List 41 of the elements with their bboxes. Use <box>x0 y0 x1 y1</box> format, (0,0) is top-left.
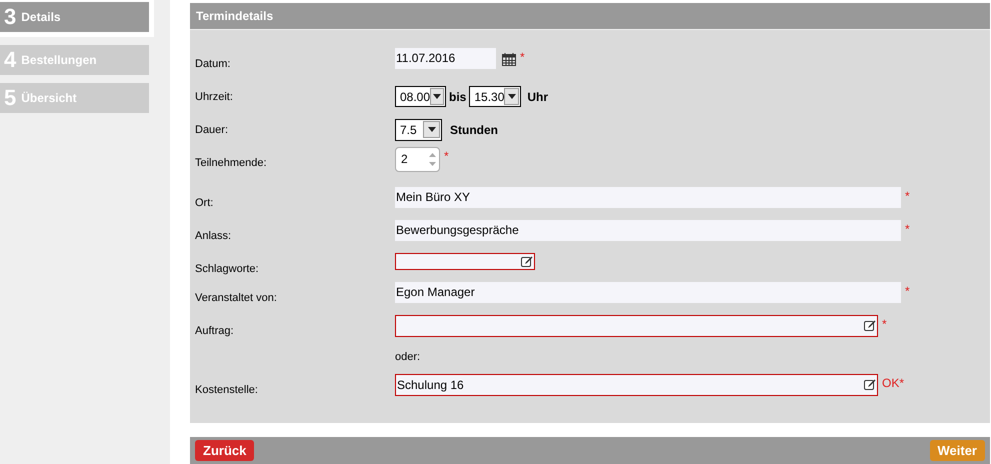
date-field[interactable]: 11.07.2016 <box>395 48 496 69</box>
text-field[interactable]: Bewerbungsgespräche <box>395 220 901 241</box>
field-label: Veranstaltet von: <box>195 292 277 304</box>
required-marker: * <box>520 48 525 66</box>
required-marker: * <box>905 220 910 238</box>
lookup-field[interactable] <box>395 314 878 337</box>
field-label: Auftrag: <box>195 324 234 337</box>
calendar-icon[interactable] <box>502 52 516 66</box>
dropdown-caret-icon[interactable] <box>504 88 520 106</box>
time-select[interactable]: 08.00 <box>395 86 446 108</box>
note-text: oder: <box>395 350 420 365</box>
field-label: Anlass: <box>195 230 232 242</box>
unit-text: Stunden <box>450 122 498 139</box>
panel-header: Termindetails <box>190 3 990 30</box>
required-marker: * <box>905 282 910 300</box>
field-label: Ort: <box>195 196 214 209</box>
edit-icon[interactable] <box>864 379 876 390</box>
required-marker: * <box>444 148 449 165</box>
field-label: Datum: <box>195 58 230 70</box>
joiner-text: bis <box>449 88 466 106</box>
required-marker: OK* <box>882 374 904 392</box>
back-button[interactable]: Zurück <box>195 440 254 461</box>
field-label: Dauer: <box>195 124 228 136</box>
text-field[interactable]: Mein Büro XY <box>395 186 901 208</box>
dropdown-caret-icon[interactable] <box>423 121 440 138</box>
dropdown-caret-icon[interactable] <box>430 88 444 106</box>
required-marker: * <box>905 188 910 205</box>
field-label: Kostenstelle: <box>195 384 258 396</box>
edit-icon[interactable] <box>864 320 876 332</box>
text-field[interactable]: Egon Manager <box>395 282 901 303</box>
duration-select[interactable]: 7.5 <box>395 118 442 141</box>
field-label: Uhrzeit: <box>195 90 233 103</box>
time-select[interactable]: 15.30 <box>469 86 522 108</box>
unit-text: Uhr <box>527 88 548 106</box>
field-label: Schlagworte: <box>195 262 259 275</box>
edit-icon[interactable] <box>521 256 533 267</box>
field-label: Teilnehmende: <box>195 156 267 169</box>
number-spinner[interactable]: 2 <box>395 146 440 172</box>
tags-field[interactable] <box>395 252 535 270</box>
required-marker: * <box>882 316 887 333</box>
lookup-field[interactable]: Schulung 16 <box>395 374 878 396</box>
